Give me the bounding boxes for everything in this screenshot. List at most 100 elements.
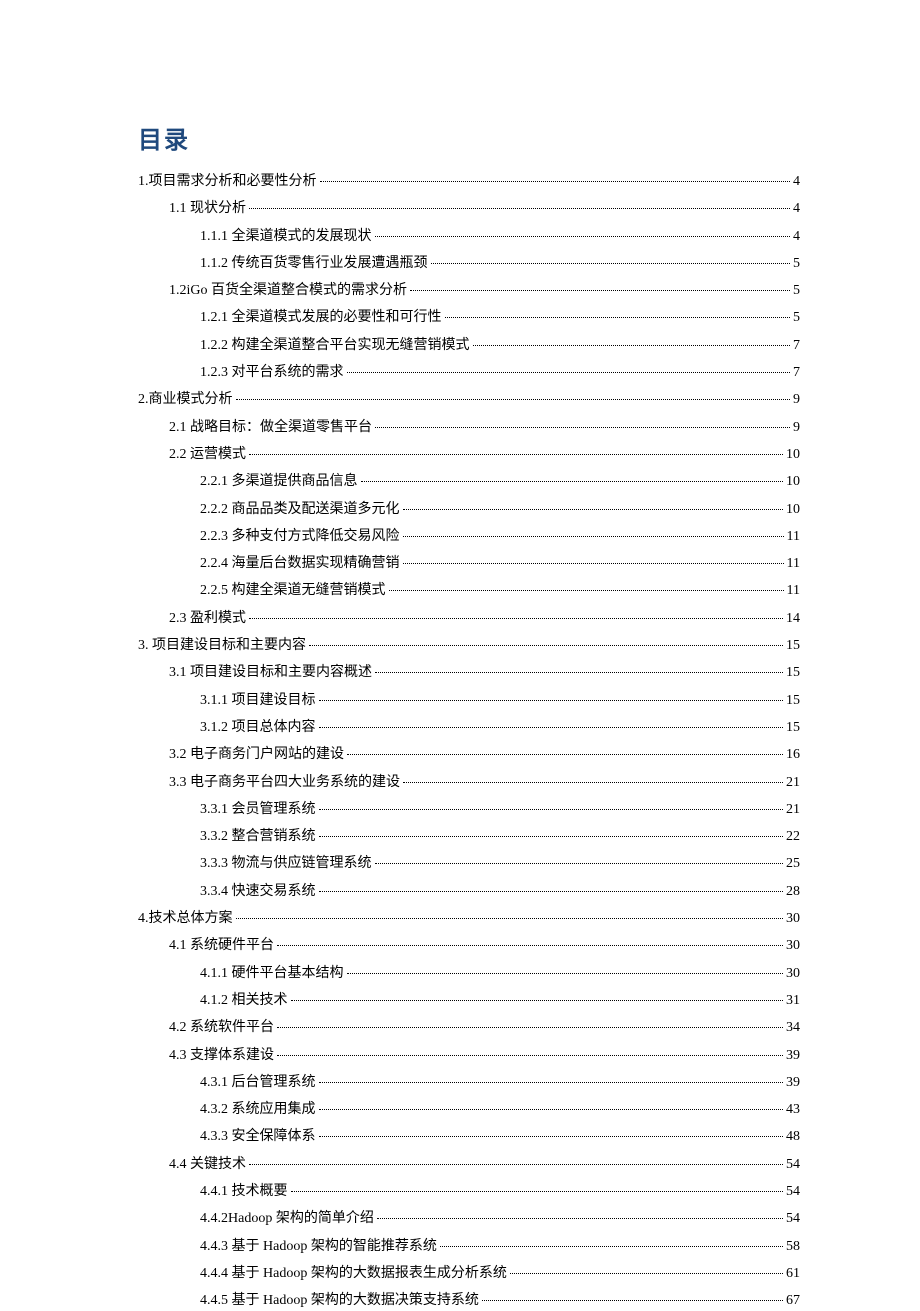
toc-entry-page: 5 <box>793 280 800 301</box>
toc-entry-text: 3.3.3 物流与供应链管理系统 <box>200 853 372 874</box>
toc-entry[interactable]: 2.2.1 多渠道提供商品信息10 <box>138 471 800 492</box>
toc-entry-page: 39 <box>786 1072 800 1093</box>
toc-entry-text: 4.1.1 硬件平台基本结构 <box>200 963 344 984</box>
toc-leader-dots <box>347 973 784 974</box>
toc-leader-dots <box>375 236 791 237</box>
toc-entry[interactable]: 4.4.2Hadoop 架构的简单介绍54 <box>138 1208 800 1229</box>
toc-entry-page: 30 <box>786 908 800 929</box>
toc-leader-dots <box>510 1273 783 1274</box>
toc-entry[interactable]: 3.3.3 物流与供应链管理系统25 <box>138 853 800 874</box>
toc-entry-page: 11 <box>787 580 800 601</box>
toc-entry-page: 15 <box>786 635 800 656</box>
toc-entry[interactable]: 3.3 电子商务平台四大业务系统的建设21 <box>138 772 800 793</box>
toc-entry[interactable]: 4.3 支撑体系建设39 <box>138 1045 800 1066</box>
toc-leader-dots <box>403 509 784 510</box>
toc-entry-page: 15 <box>786 662 800 683</box>
toc-entry-text: 3.3.2 整合营销系统 <box>200 826 316 847</box>
toc-entry-text: 4.2 系统软件平台 <box>169 1017 274 1038</box>
toc-entry-page: 9 <box>793 417 800 438</box>
toc-entry[interactable]: 2.2.4 海量后台数据实现精确营销11 <box>138 553 800 574</box>
toc-entry[interactable]: 2.2.5 构建全渠道无缝营销模式 11 <box>138 580 800 601</box>
toc-entry-text: 4.4.5 基于 Hadoop 架构的大数据决策支持系统 <box>200 1290 479 1311</box>
toc-entry[interactable]: 1.2.1 全渠道模式发展的必要性和可行性5 <box>138 307 800 328</box>
toc-entry[interactable]: 4.3.2 系统应用集成43 <box>138 1099 800 1120</box>
toc-entry[interactable]: 1.项目需求分析和必要性分析4 <box>138 171 800 192</box>
toc-entry-page: 11 <box>787 553 800 574</box>
toc-entry[interactable]: 4.2 系统软件平台34 <box>138 1017 800 1038</box>
toc-entry[interactable]: 4.技术总体方案 30 <box>138 908 800 929</box>
toc-leader-dots <box>389 590 784 591</box>
toc-entry[interactable]: 2.商业模式分析9 <box>138 389 800 410</box>
toc-entry[interactable]: 3.1 项目建设目标和主要内容概述15 <box>138 662 800 683</box>
toc-leader-dots <box>375 863 784 864</box>
toc-leader-dots <box>375 672 783 673</box>
toc-entry[interactable]: 4.4.4 基于 Hadoop 架构的大数据报表生成分析系统61 <box>138 1263 800 1284</box>
toc-entry-text: 1.2.3 对平台系统的需求 <box>200 362 344 383</box>
toc-entry[interactable]: 2.3 盈利模式14 <box>138 608 800 629</box>
toc-entry-text: 1.1.1 全渠道模式的发展现状 <box>200 226 372 247</box>
toc-entry[interactable]: 3.3.1 会员管理系统21 <box>138 799 800 820</box>
toc-leader-dots <box>277 1027 783 1028</box>
toc-entry[interactable]: 4.3.3 安全保障体系48 <box>138 1126 800 1147</box>
toc-leader-dots <box>431 263 791 264</box>
toc-entry-text: 1.1.2 传统百货零售行业发展遭遇瓶颈 <box>200 253 428 274</box>
toc-entry-page: 22 <box>786 826 800 847</box>
toc-entry[interactable]: 3.1.1 项目建设目标15 <box>138 690 800 711</box>
toc-leader-dots <box>410 290 790 291</box>
toc-entry[interactable]: 1.1 现状分析4 <box>138 198 800 219</box>
toc-entry-text: 4.1.2 相关技术 <box>200 990 288 1011</box>
toc-entry-text: 3.3.1 会员管理系统 <box>200 799 316 820</box>
toc-entry-page: 16 <box>786 744 800 765</box>
toc-leader-dots <box>347 754 783 755</box>
toc-leader-dots <box>236 918 784 919</box>
toc-entry-page: 7 <box>793 335 800 356</box>
toc-entry[interactable]: 4.4.3 基于 Hadoop 架构的智能推荐系统58 <box>138 1236 800 1257</box>
toc-leader-dots <box>403 782 783 783</box>
toc-entry[interactable]: 4.1 系统硬件平台30 <box>138 935 800 956</box>
toc-entry-text: 3.3.4 快速交易系统 <box>200 881 316 902</box>
toc-entry-text: 3.1.1 项目建设目标 <box>200 690 316 711</box>
toc-entry[interactable]: 3.3.4 快速交易系统28 <box>138 881 800 902</box>
toc-entry[interactable]: 2.1 战略目标：做全渠道零售平台9 <box>138 417 800 438</box>
toc-leader-dots <box>319 1136 784 1137</box>
toc-leader-dots <box>277 1055 783 1056</box>
toc-entry-text: 3.1.2 项目总体内容 <box>200 717 316 738</box>
toc-entry[interactable]: 3.2 电子商务门户网站的建设16 <box>138 744 800 765</box>
toc-entry-page: 31 <box>786 990 800 1011</box>
toc-entry[interactable]: 4.4.1 技术概要54 <box>138 1181 800 1202</box>
toc-entry-page: 14 <box>786 608 800 629</box>
toc-entry-page: 21 <box>786 772 800 793</box>
toc-entry-page: 58 <box>786 1236 800 1257</box>
toc-entry[interactable]: 4.1.2 相关技术 31 <box>138 990 800 1011</box>
toc-leader-dots <box>319 809 784 810</box>
toc-entry[interactable]: 2.2 运营模式10 <box>138 444 800 465</box>
toc-entry-text: 2.2.5 构建全渠道无缝营销模式 <box>200 580 386 601</box>
toc-entry[interactable]: 4.3.1 后台管理系统39 <box>138 1072 800 1093</box>
toc-leader-dots <box>319 836 784 837</box>
toc-entry[interactable]: 4.1.1 硬件平台基本结构30 <box>138 963 800 984</box>
toc-entry-text: 3. 项目建设目标和主要内容 <box>138 635 306 656</box>
toc-entry-page: 54 <box>786 1154 800 1175</box>
toc-entry[interactable]: 2.2.3 多种支付方式降低交易风险11 <box>138 526 800 547</box>
table-of-contents: 1.项目需求分析和必要性分析4 1.1 现状分析4 1.1.1 全渠道模式的发展现状… <box>138 171 800 1311</box>
toc-leader-dots <box>347 372 791 373</box>
toc-entry[interactable]: 3.1.2 项目总体内容15 <box>138 717 800 738</box>
toc-entry[interactable]: 3. 项目建设目标和主要内容 15 <box>138 635 800 656</box>
toc-leader-dots <box>361 481 784 482</box>
toc-entry[interactable]: 1.2.2 构建全渠道整合平台实现无缝营销模式7 <box>138 335 800 356</box>
toc-entry[interactable]: 4.4.5 基于 Hadoop 架构的大数据决策支持系统67 <box>138 1290 800 1311</box>
toc-entry-text: 4.技术总体方案 <box>138 908 233 929</box>
toc-entry-text: 1.2.1 全渠道模式发展的必要性和可行性 <box>200 307 442 328</box>
toc-entry[interactable]: 1.2iGo 百货全渠道整合模式的需求分析5 <box>138 280 800 301</box>
toc-entry-page: 4 <box>793 226 800 247</box>
toc-leader-dots <box>375 427 790 428</box>
toc-entry[interactable]: 1.2.3 对平台系统的需求7 <box>138 362 800 383</box>
toc-leader-dots <box>377 1218 783 1219</box>
toc-leader-dots <box>249 618 783 619</box>
toc-entry[interactable]: 3.3.2 整合营销系统 22 <box>138 826 800 847</box>
toc-entry[interactable]: 4.4 关键技术54 <box>138 1154 800 1175</box>
toc-entry[interactable]: 1.1.1 全渠道模式的发展现状 4 <box>138 226 800 247</box>
toc-entry[interactable]: 2.2.2 商品品类及配送渠道多元化10 <box>138 499 800 520</box>
toc-entry[interactable]: 1.1.2 传统百货零售行业发展遭遇瓶颈5 <box>138 253 800 274</box>
toc-entry-page: 30 <box>786 935 800 956</box>
